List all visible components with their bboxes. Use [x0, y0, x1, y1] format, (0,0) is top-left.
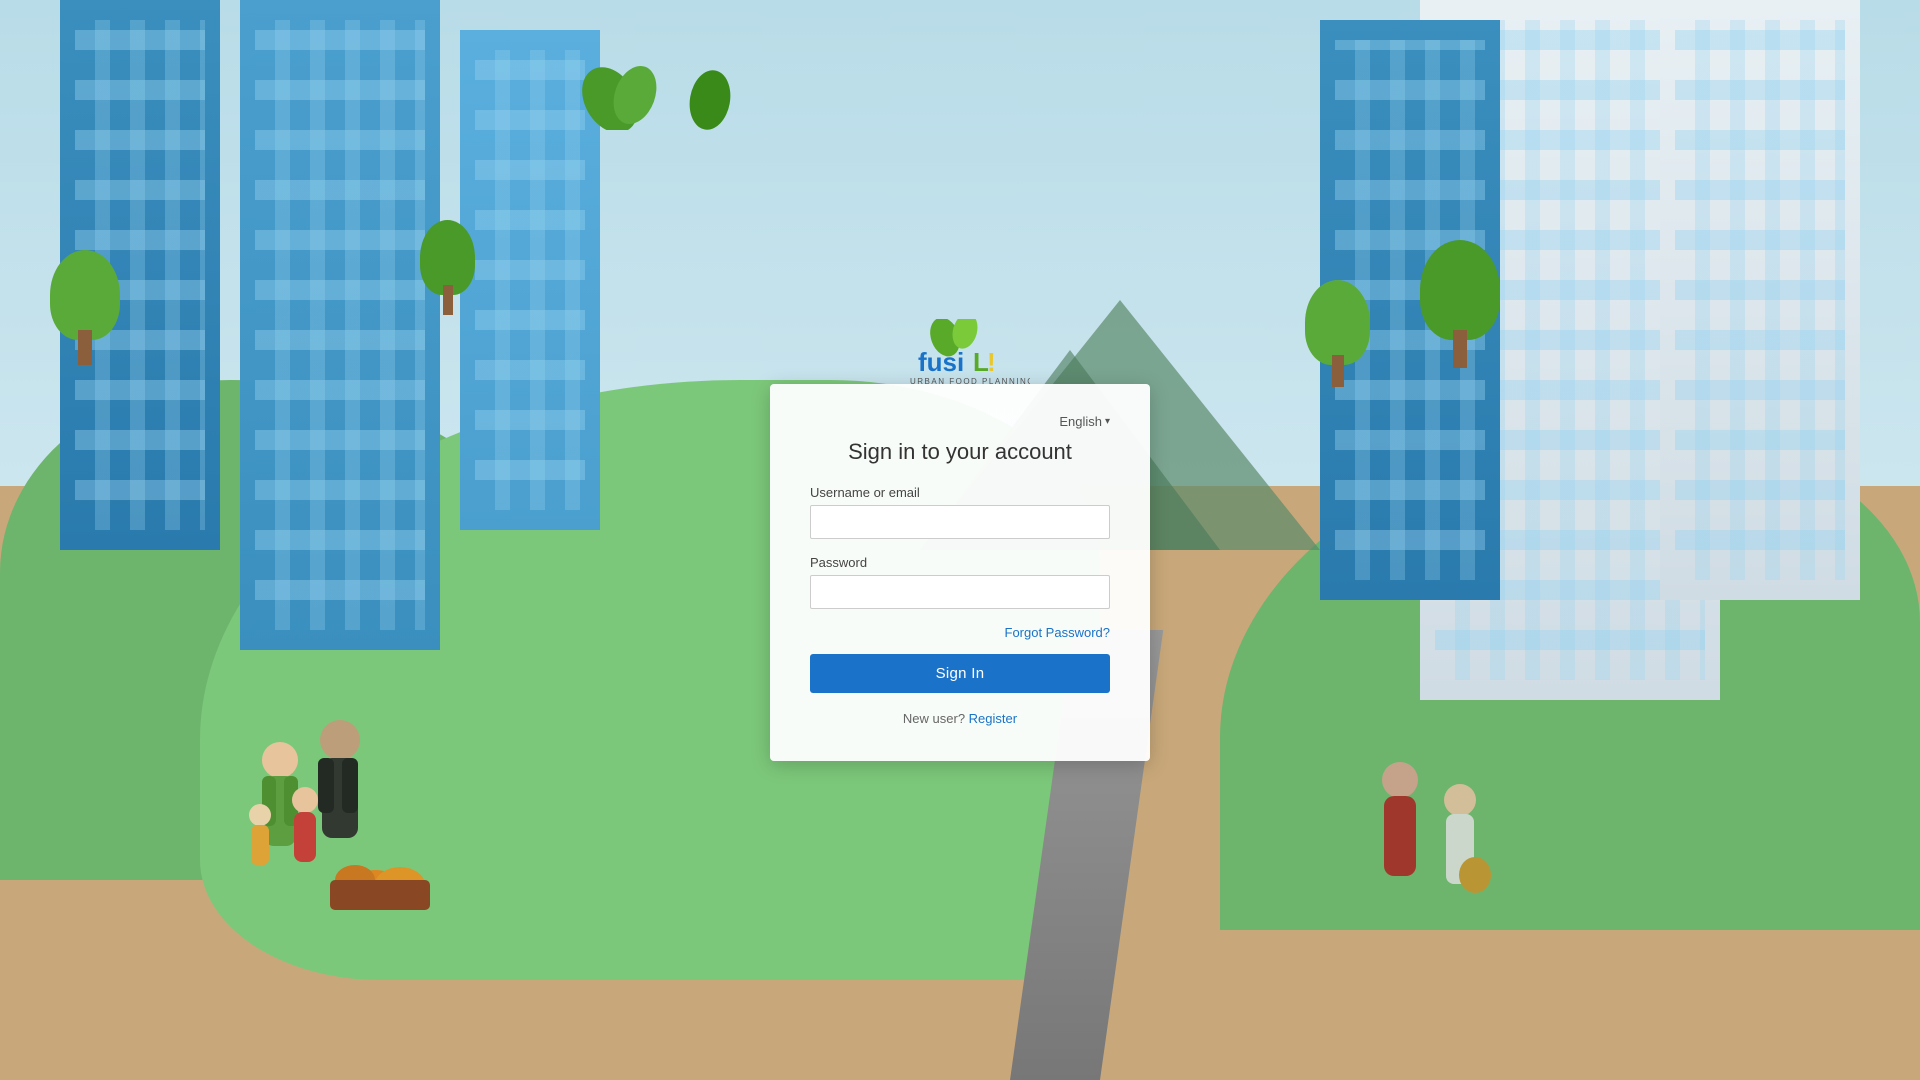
login-card: English ▾ Sign in to your account Userna…: [770, 384, 1150, 761]
password-input[interactable]: [810, 575, 1110, 609]
new-user-text: New user?: [903, 711, 965, 726]
forgot-password-link[interactable]: Forgot Password?: [1005, 625, 1111, 640]
username-input[interactable]: [810, 505, 1110, 539]
language-selector[interactable]: English ▾: [810, 414, 1110, 429]
svg-text:fusi: fusi: [918, 347, 964, 377]
chevron-down-icon: ▾: [1105, 416, 1110, 427]
page-center: fusi L ! URBAN FOOD PLANNING English ▾ S…: [0, 0, 1920, 1080]
svg-text:!: !: [987, 347, 996, 377]
register-row: New user? Register: [810, 711, 1110, 726]
username-label: Username or email: [810, 485, 1110, 500]
logo-svg: fusi L ! URBAN FOOD PLANNING: [890, 319, 1030, 389]
card-title: Sign in to your account: [810, 439, 1110, 465]
register-link[interactable]: Register: [969, 711, 1017, 726]
sign-in-button[interactable]: Sign In: [810, 654, 1110, 693]
language-label: English: [1059, 414, 1102, 429]
password-label: Password: [810, 555, 1110, 570]
password-field-group: Password: [810, 555, 1110, 609]
forgot-password-row: Forgot Password?: [810, 625, 1110, 640]
username-field-group: Username or email: [810, 485, 1110, 539]
logo-area: fusi L ! URBAN FOOD PLANNING: [890, 319, 1030, 394]
